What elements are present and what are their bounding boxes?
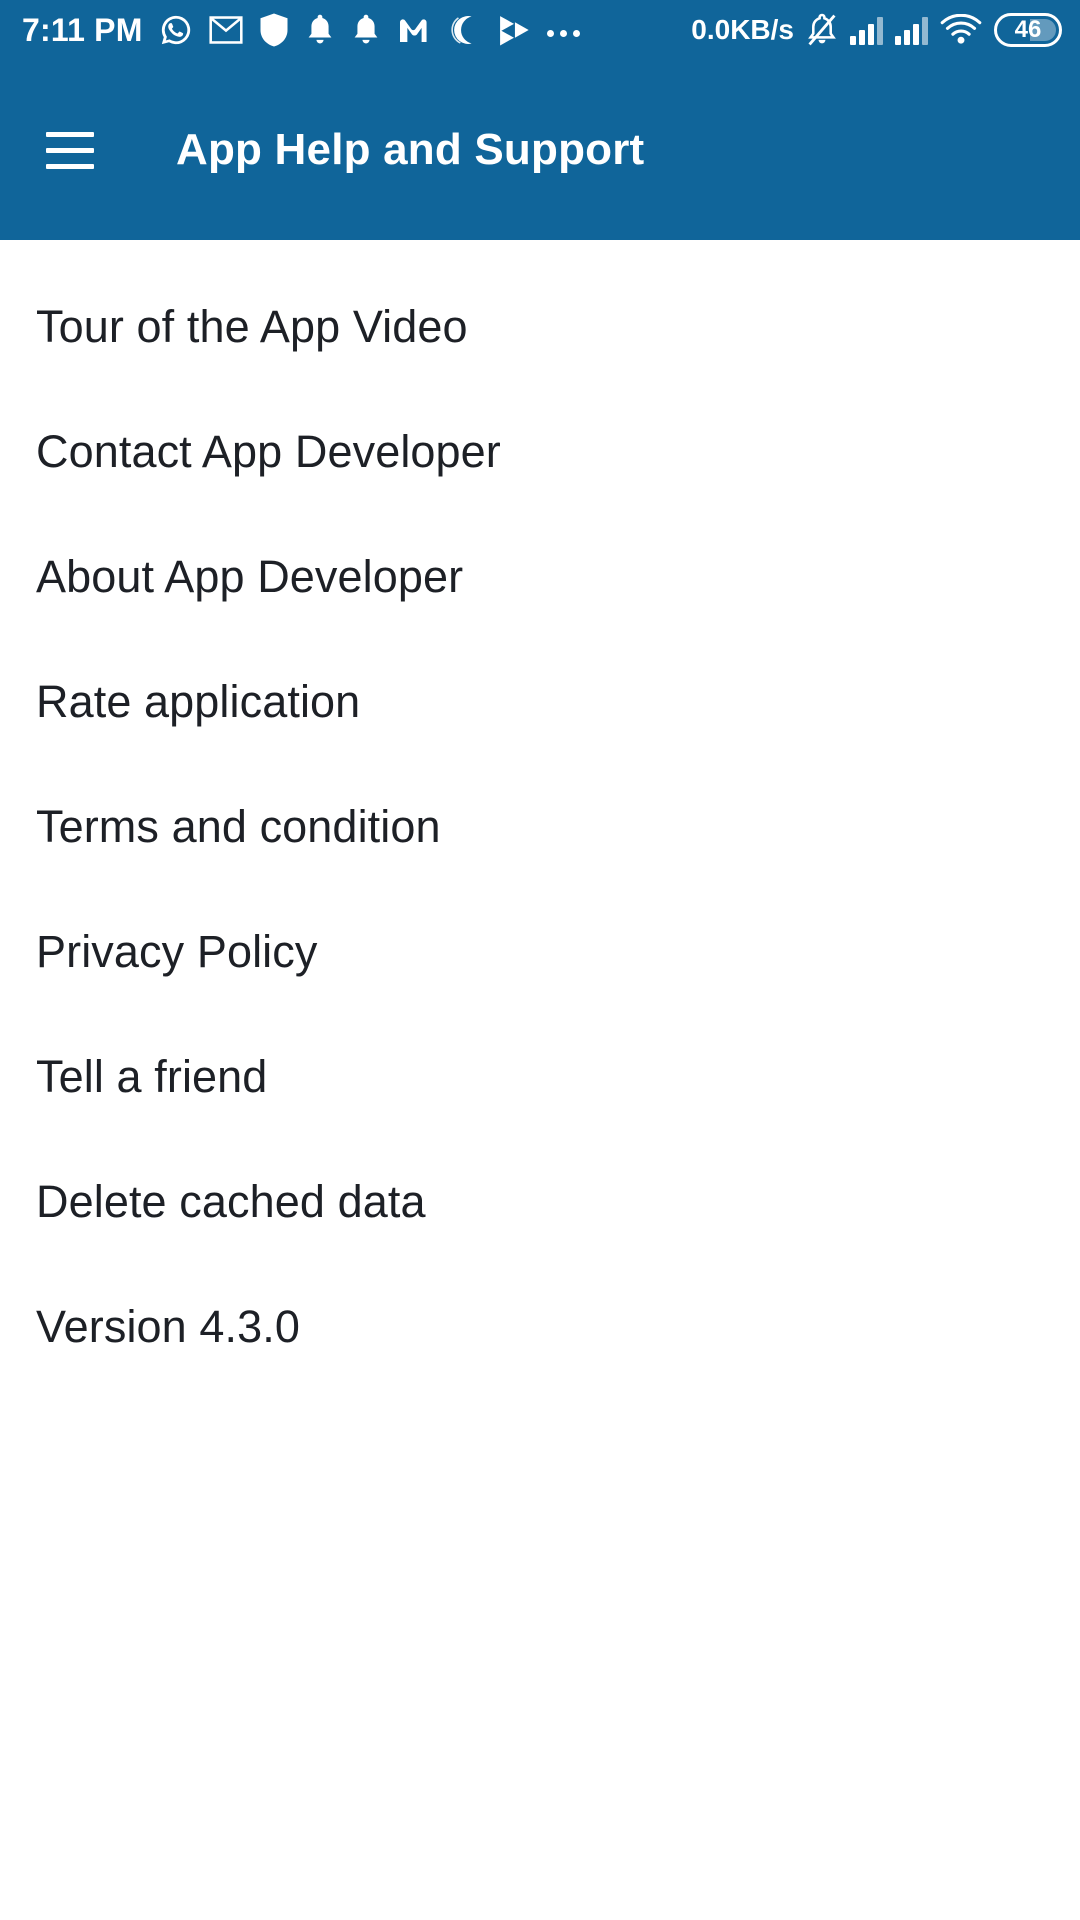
list-item-label: About App Developer [36,551,464,602]
list-item-label: Tell a friend [36,1051,268,1102]
status-bar: 7:11 PM 0.0KB/s 46 [0,0,1080,60]
list-item-privacy-policy[interactable]: Privacy Policy [0,889,1080,1014]
list-item-label: Tour of the App Video [36,301,468,352]
more-dots-icon [546,7,580,53]
shield-icon [259,10,289,50]
do-not-disturb-moon-icon [449,10,481,50]
status-bar-clock: 7:11 PM [22,12,143,48]
media-play-icon [497,10,531,50]
list-item-label: Delete cached data [36,1176,426,1227]
page-title: App Help and Support [176,125,645,174]
notification-bell-icon [305,10,335,50]
list-item-label: Terms and condition [36,801,441,852]
list-item-contact-app-developer[interactable]: Contact App Developer [0,389,1080,514]
list-item-terms-and-condition[interactable]: Terms and condition [0,764,1080,889]
list-item-label: Contact App Developer [36,426,501,477]
status-bar-system-icons: 0.0KB/s 46 [691,0,1062,60]
whatsapp-icon [159,10,193,50]
alarm-bell-icon [351,10,381,50]
battery-icon: 46 [994,13,1062,47]
list-item-rate-application[interactable]: Rate application [0,639,1080,764]
network-speed-label: 0.0KB/s [691,14,794,45]
app-screen: 7:11 PM 0.0KB/s 46 App Help and Support … [0,0,1080,1920]
list-item-tour-of-the-app-video[interactable]: Tour of the App Video [0,264,1080,389]
list-item-version[interactable]: Version 4.3.0 [0,1264,1080,1389]
status-bar-notification-icons [159,7,580,53]
wifi-icon [940,10,982,50]
signal-bars-sim2-icon [895,15,928,45]
list-item-label: Privacy Policy [36,926,318,977]
list-item-tell-a-friend[interactable]: Tell a friend [0,1014,1080,1139]
list-item-about-app-developer[interactable]: About App Developer [0,514,1080,639]
app-bar: App Help and Support [0,60,1080,240]
list-item-label: Rate application [36,676,361,727]
m-app-icon [397,10,433,50]
signal-bars-sim1-icon [850,15,883,45]
list-item-label: Version 4.3.0 [36,1301,300,1352]
hamburger-menu-icon[interactable] [22,102,118,198]
silent-bell-icon [806,10,838,50]
list-item-delete-cached-data[interactable]: Delete cached data [0,1139,1080,1264]
email-icon [209,10,243,50]
help-support-menu-list: Tour of the App Video Contact App Develo… [0,240,1080,1920]
battery-level-label: 46 [1014,16,1042,43]
